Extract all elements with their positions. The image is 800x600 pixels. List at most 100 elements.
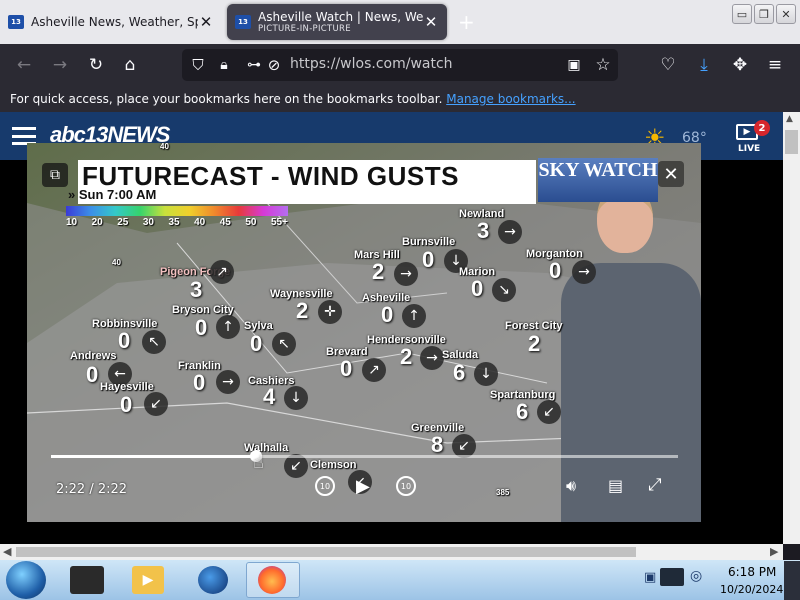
scroll-up-icon[interactable]: ▲ [786, 114, 793, 124]
wind-arrow-icon: → [572, 260, 596, 284]
reader-view-icon[interactable]: ▣ [562, 53, 586, 77]
extensions-icon[interactable]: ✥ [728, 53, 752, 77]
scroll-left-icon[interactable]: ◀ [3, 545, 11, 558]
taskbar-time[interactable]: 6:18 PM [728, 565, 776, 579]
close-window-icon[interactable]: ✕ [776, 4, 796, 24]
shield-icon[interactable]: ⛉ [186, 53, 210, 77]
horizontal-scroll-thumb[interactable] [16, 547, 636, 557]
gust-value: 0 [549, 258, 562, 283]
pip-back-to-tab-icon[interactable]: ⧉ [42, 163, 68, 187]
presenter [553, 183, 701, 522]
legend-label: 30 [142, 217, 154, 228]
gust-value: 0 [471, 276, 484, 301]
tab-asheville-news[interactable]: 13 Asheville News, Weather, Sports ✕ [0, 4, 222, 40]
gust-value: 0 [422, 247, 435, 272]
mouse-cursor-icon: ☝ [253, 452, 264, 473]
wind-legend-bar [66, 206, 288, 216]
gust-value: 0 [250, 331, 263, 356]
home-icon[interactable]: ⌂ [118, 53, 142, 77]
legend-label: 50 [245, 217, 257, 228]
gust-value: 3 [477, 218, 490, 243]
scroll-right-icon[interactable]: ▶ [770, 545, 778, 558]
close-tab-icon[interactable]: ✕ [198, 13, 214, 31]
highway-label: 40 [112, 258, 121, 267]
start-button[interactable] [6, 561, 46, 599]
tray-network-icon[interactable]: ◎ [690, 568, 702, 584]
gust-value: 2 [372, 259, 385, 284]
presenter-body [561, 263, 701, 522]
wind-arrow-icon: → [394, 262, 418, 286]
highway-label: 40 [160, 142, 169, 151]
wind-arrow-icon: ↓ [284, 386, 308, 410]
wind-arrow-icon: ↘ [492, 278, 516, 302]
downloads-icon[interactable]: ⤓ [692, 53, 716, 77]
tray-display-icon[interactable]: ▣ [644, 570, 656, 585]
wind-arrow-icon: ↖ [142, 330, 166, 354]
gust-value: 2 [400, 344, 413, 369]
wind-arrow-icon: → [420, 346, 444, 370]
wind-arrow-icon: → [498, 220, 522, 244]
tab-asheville-watch[interactable]: 13 Asheville Watch | News, Weather PICTU… [227, 4, 447, 40]
pocket-icon[interactable]: ♡ [656, 53, 680, 77]
gust-value: 0 [118, 328, 131, 353]
wind-arrow-icon: ↑ [216, 315, 240, 339]
picture-in-picture-label: PICTURE-IN-PICTURE [258, 24, 351, 34]
manage-bookmarks-link[interactable]: Manage bookmarks... [446, 92, 575, 106]
show-desktop-button[interactable] [784, 561, 800, 600]
location-name: Clemson [310, 459, 357, 471]
legend-label: 55+ [271, 217, 288, 228]
gust-value: 6 [516, 399, 529, 424]
bookmarks-message: For quick access, place your bookmarks h… [10, 92, 443, 106]
taskbar-app-icon[interactable] [70, 566, 104, 594]
gust-value: 2 [528, 331, 541, 356]
autoplay-blocked-icon[interactable]: ⊘ [262, 53, 286, 77]
reload-icon[interactable]: ↻ [84, 53, 108, 77]
fullscreen-icon[interactable]: ⤢ [648, 475, 662, 495]
play-button[interactable]: ▶ [356, 476, 370, 497]
gust-value: 2 [296, 298, 309, 323]
legend-label: 20 [91, 217, 103, 228]
live-label[interactable]: LIVE [738, 144, 760, 154]
gust-value: 0 [86, 362, 99, 387]
back-icon[interactable]: ← [12, 53, 36, 77]
wind-arrow-icon: ↓ [474, 362, 498, 386]
restore-icon[interactable]: ❐ [754, 4, 774, 24]
forward-icon[interactable]: → [48, 53, 72, 77]
location-name: Andrews [70, 350, 117, 362]
taskbar-date[interactable]: 10/20/2024 [720, 583, 783, 596]
wlos-favicon-icon: 13 [8, 15, 24, 29]
vertical-scroll-thumb[interactable] [785, 130, 798, 154]
wind-arrow-icon: ↙ [537, 400, 561, 424]
globe-app-icon[interactable] [198, 566, 228, 594]
gust-value: 0 [120, 392, 133, 417]
legend-label: 25 [117, 217, 129, 228]
rewind-10-button[interactable]: 10 [315, 476, 335, 496]
minimize-icon[interactable]: ▭ [732, 4, 752, 24]
bookmark-star-icon[interactable]: ☆ [591, 53, 615, 77]
tray-monitor-icon[interactable] [660, 568, 684, 586]
tab-title: Asheville Watch | News, Weather [258, 10, 423, 24]
media-player-icon[interactable]: ▶ [132, 566, 164, 594]
gust-value: 6 [453, 360, 466, 385]
wind-arrow-icon: ↖ [272, 332, 296, 356]
gust-value: 0 [340, 356, 353, 381]
lock-icon[interactable]: 🔒︎ [212, 53, 236, 77]
vertical-scrollbar[interactable] [783, 112, 800, 544]
live-badge: 2 [754, 120, 770, 136]
wind-arrow-icon: ↗ [362, 358, 386, 382]
wind-arrow-icon: → [216, 370, 240, 394]
close-tab-icon[interactable]: ✕ [423, 13, 439, 31]
url-text[interactable]: https://wlos.com/watch [290, 56, 453, 72]
wlos-favicon-icon: 13 [235, 15, 251, 29]
menu-icon[interactable]: ≡ [763, 53, 787, 77]
wind-arrow-icon: ↙ [144, 392, 168, 416]
forward-10-button[interactable]: 10 [396, 476, 416, 496]
legend-label: 40 [194, 217, 206, 228]
new-tab-icon[interactable]: + [458, 10, 475, 34]
volume-icon[interactable]: 🔊︎ [566, 476, 576, 496]
gust-value: 0 [193, 370, 206, 395]
captions-icon[interactable]: ▤ [608, 476, 623, 495]
bookmarks-toolbar: For quick access, place your bookmarks h… [0, 86, 800, 112]
pip-close-icon[interactable]: ✕ [658, 161, 684, 187]
highway-label: 385 [496, 488, 510, 497]
